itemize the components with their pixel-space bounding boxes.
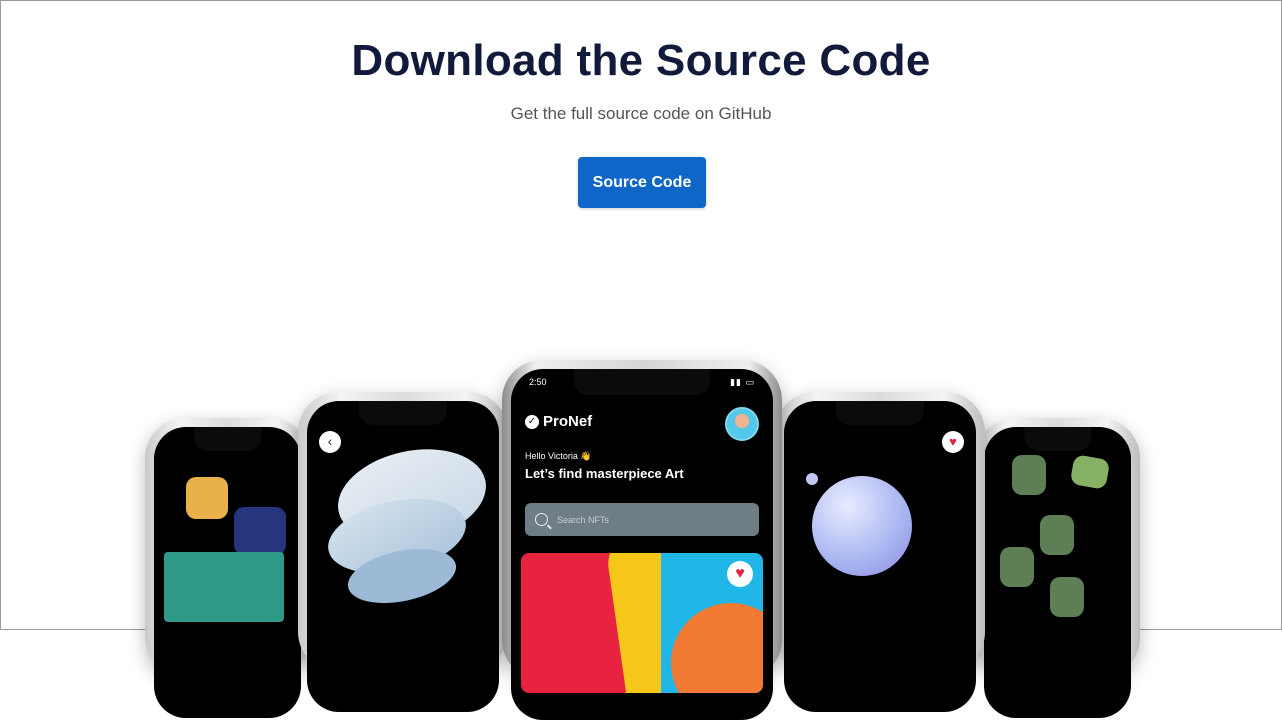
phone-mockup-far-left xyxy=(145,418,310,718)
status-time: 2:50 xyxy=(529,377,547,387)
tezos-coin-illustration xyxy=(186,477,228,519)
heart-icon[interactable]: ♥ xyxy=(942,431,964,453)
phone-mockup-far-right xyxy=(975,418,1140,718)
phone-notch xyxy=(193,427,262,451)
phone-mockup-center: 2:50 ▮▮ ▭ ✓ ProNef Hello Victoria 👋 Let’… xyxy=(502,360,782,720)
phone-mockup-left: ‹ xyxy=(298,392,508,712)
sphere-illustration xyxy=(812,476,912,576)
search-input[interactable] xyxy=(555,513,709,526)
pedestal-illustration xyxy=(164,552,284,622)
phone-notch xyxy=(1023,427,1092,451)
coin-stack-illustration xyxy=(1050,577,1084,617)
solar-panel-illustration xyxy=(1069,454,1111,490)
phone-notch xyxy=(358,401,448,425)
status-icons: ▮▮ ▭ xyxy=(730,377,755,387)
coin-stack-illustration xyxy=(1040,515,1074,555)
heart-icon[interactable]: ♥ xyxy=(727,561,753,587)
chevron-left-icon[interactable]: ‹ xyxy=(319,431,341,453)
status-bar: 2:50 ▮▮ ▭ xyxy=(525,377,759,389)
phone-screen xyxy=(984,427,1131,718)
phone-mockup-right: ♥ xyxy=(775,392,985,712)
nft-art-card[interactable]: ♥ xyxy=(521,553,763,693)
page-title: Download the Source Code xyxy=(351,36,931,85)
app-logo-text: ProNef xyxy=(543,413,593,430)
avatar[interactable] xyxy=(725,407,759,441)
pronef-app-screen: 2:50 ▮▮ ▭ ✓ ProNef Hello Victoria 👋 Let’… xyxy=(511,369,773,720)
phone-screen: ‹ xyxy=(307,401,499,712)
phone-screen xyxy=(154,427,301,718)
headline-text: Let’s find masterpiece Art xyxy=(525,466,684,481)
source-code-button[interactable]: Source Code xyxy=(578,157,706,208)
greeting-text: Hello Victoria 👋 xyxy=(525,451,592,461)
coin-stack-illustration xyxy=(1000,547,1034,587)
coin-stack-illustration xyxy=(1012,455,1046,495)
phone-screen: ♥ xyxy=(784,401,976,712)
search-icon xyxy=(535,513,548,526)
page-subtitle: Get the full source code on GitHub xyxy=(510,104,772,123)
bitcoin-coin-illustration xyxy=(234,507,286,555)
check-circle-icon: ✓ xyxy=(525,414,539,429)
small-sphere-illustration xyxy=(806,473,818,485)
search-bar[interactable] xyxy=(525,503,759,536)
app-logo[interactable]: ✓ ProNef xyxy=(525,413,592,430)
phone-notch xyxy=(835,401,925,425)
